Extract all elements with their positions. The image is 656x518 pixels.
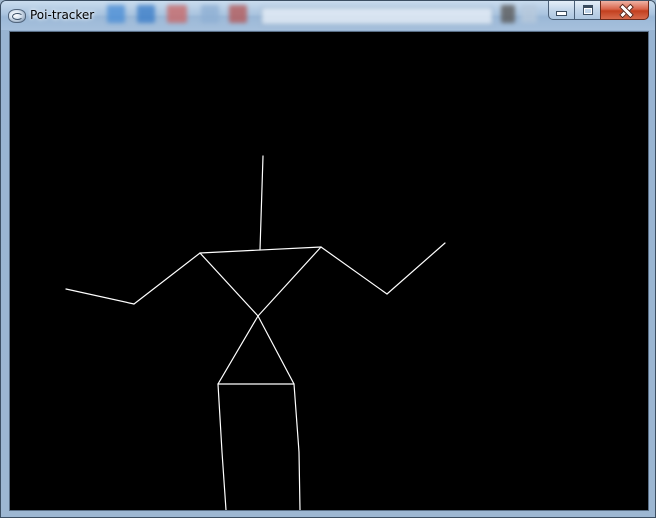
skeleton-drawing xyxy=(65,155,446,510)
title-bar[interactable]: Poi-tracker xyxy=(1,1,655,30)
minimize-button[interactable] xyxy=(548,1,575,20)
skeleton-left-forearm xyxy=(65,288,135,305)
skeleton-left-torso xyxy=(199,252,259,317)
skeleton-canvas[interactable] xyxy=(9,31,649,511)
maximize-icon xyxy=(582,5,593,15)
close-button[interactable] xyxy=(600,1,649,20)
skeleton-right-forearm xyxy=(386,242,446,295)
minimize-icon xyxy=(556,10,567,16)
close-icon xyxy=(619,4,631,16)
background-taskbar-strip xyxy=(101,3,541,25)
skeleton-right-upper-arm xyxy=(320,246,388,295)
skeleton-neck-line xyxy=(259,155,264,251)
skeleton-right-leg xyxy=(293,383,301,510)
skeleton-left-pelvis xyxy=(217,315,259,385)
skeleton-right-pelvis xyxy=(257,315,295,385)
skeleton-left-leg xyxy=(217,383,227,510)
app-window: Poi-tracker xyxy=(0,0,656,518)
window-title: Poi-tracker xyxy=(30,8,95,22)
maximize-button[interactable] xyxy=(574,1,601,20)
skeleton-left-upper-arm xyxy=(133,252,201,305)
app-icon[interactable] xyxy=(8,9,26,23)
skeleton-right-torso xyxy=(257,246,322,317)
